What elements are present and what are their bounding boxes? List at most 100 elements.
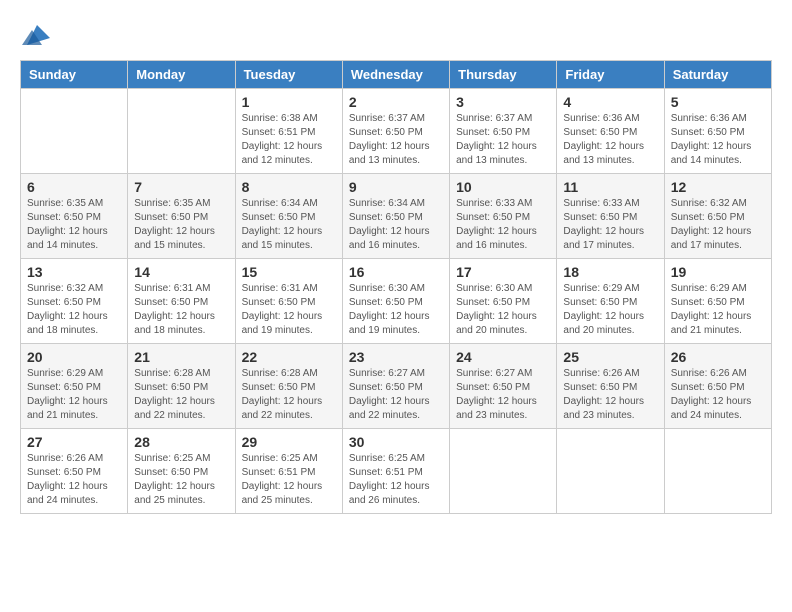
calendar-cell: 21 Sunrise: 6:28 AMSunset: 6:50 PMDayligh… (128, 344, 235, 429)
day-info: Sunrise: 6:25 AMSunset: 6:50 PMDaylight:… (134, 452, 228, 508)
day-number: 27 (27, 434, 121, 450)
day-number: 29 (242, 434, 336, 450)
day-info: Sunrise: 6:33 AMSunset: 6:50 PMDaylight:… (563, 197, 657, 253)
logo (20, 20, 52, 50)
day-number: 2 (349, 94, 443, 110)
day-number: 1 (242, 94, 336, 110)
day-number: 28 (134, 434, 228, 450)
calendar-cell: 9Sunrise: 6:34 AMSunset: 6:50 PMDaylight… (342, 174, 449, 259)
day-info: Sunrise: 6:31 AMSunset: 6:50 PMDaylight:… (242, 282, 336, 338)
day-number: 12 (671, 179, 765, 195)
calendar-body: 1 Sunrise: 6:38 AMSunset: 6:51 PMDaylight… (21, 89, 772, 514)
day-info: Sunrise: 6:30 AMSunset: 6:50 PMDaylight:… (456, 282, 550, 338)
calendar-cell: 1 Sunrise: 6:38 AMSunset: 6:51 PMDaylight… (235, 89, 342, 174)
header-day: Wednesday (342, 61, 449, 89)
header-day: Saturday (664, 61, 771, 89)
calendar-cell: 19 Sunrise: 6:29 AMSunset: 6:50 PMDayligh… (664, 259, 771, 344)
calendar-cell: 10Sunrise: 6:33 AMSunset: 6:50 PMDayligh… (450, 174, 557, 259)
calendar-cell: 26 Sunrise: 6:26 AMSunset: 6:50 PMDayligh… (664, 344, 771, 429)
calendar-cell (21, 89, 128, 174)
calendar-cell: 12 Sunrise: 6:32 AMSunset: 6:50 PMDayligh… (664, 174, 771, 259)
calendar-week-row: 6 Sunrise: 6:35 AMSunset: 6:50 PMDaylight… (21, 174, 772, 259)
calendar-cell (450, 429, 557, 514)
calendar-week-row: 27 Sunrise: 6:26 AMSunset: 6:50 PMDayligh… (21, 429, 772, 514)
calendar-cell (128, 89, 235, 174)
calendar-cell: 2 Sunrise: 6:37 AMSunset: 6:50 PMDaylight… (342, 89, 449, 174)
day-number: 30 (349, 434, 443, 450)
calendar-cell: 7 Sunrise: 6:35 AMSunset: 6:50 PMDaylight… (128, 174, 235, 259)
day-info: Sunrise: 6:37 AMSunset: 6:50 PMDaylight:… (349, 112, 443, 168)
day-number: 15 (242, 264, 336, 280)
day-info: Sunrise: 6:35 AMSunset: 6:50 PMDaylight:… (134, 197, 228, 253)
calendar-cell (557, 429, 664, 514)
calendar-cell: 29Sunrise: 6:25 AMSunset: 6:51 PMDayligh… (235, 429, 342, 514)
day-info: Sunrise: 6:28 AMSunset: 6:50 PMDaylight:… (242, 367, 336, 423)
day-number: 25 (563, 349, 657, 365)
day-info: Sunrise: 6:35 AMSunset: 6:50 PMDaylight:… (27, 197, 121, 253)
day-number: 26 (671, 349, 765, 365)
header-day: Monday (128, 61, 235, 89)
day-number: 8 (242, 179, 336, 195)
day-number: 6 (27, 179, 121, 195)
calendar-cell: 18Sunrise: 6:29 AMSunset: 6:50 PMDayligh… (557, 259, 664, 344)
day-number: 17 (456, 264, 550, 280)
day-number: 19 (671, 264, 765, 280)
calendar-week-row: 20 Sunrise: 6:29 AMSunset: 6:50 PMDayligh… (21, 344, 772, 429)
day-info: Sunrise: 6:27 AMSunset: 6:50 PMDaylight:… (456, 367, 550, 423)
page-header (20, 20, 772, 50)
day-number: 7 (134, 179, 228, 195)
calendar-cell: 13 Sunrise: 6:32 AMSunset: 6:50 PMDayligh… (21, 259, 128, 344)
header-row: SundayMondayTuesdayWednesdayThursdayFrid… (21, 61, 772, 89)
day-number: 3 (456, 94, 550, 110)
day-number: 14 (134, 264, 228, 280)
calendar-cell: 22 Sunrise: 6:28 AMSunset: 6:50 PMDayligh… (235, 344, 342, 429)
calendar-week-row: 13 Sunrise: 6:32 AMSunset: 6:50 PMDayligh… (21, 259, 772, 344)
header-day: Tuesday (235, 61, 342, 89)
day-info: Sunrise: 6:27 AMSunset: 6:50 PMDaylight:… (349, 367, 443, 423)
day-info: Sunrise: 6:32 AMSunset: 6:50 PMDaylight:… (27, 282, 121, 338)
day-info: Sunrise: 6:26 AMSunset: 6:50 PMDaylight:… (671, 367, 765, 423)
day-info: Sunrise: 6:36 AMSunset: 6:50 PMDaylight:… (563, 112, 657, 168)
day-info: Sunrise: 6:36 AMSunset: 6:50 PMDaylight:… (671, 112, 765, 168)
calendar-cell: 30 Sunrise: 6:25 AMSunset: 6:51 PMDayligh… (342, 429, 449, 514)
calendar-cell: 4 Sunrise: 6:36 AMSunset: 6:50 PMDaylight… (557, 89, 664, 174)
day-number: 10 (456, 179, 550, 195)
day-number: 20 (27, 349, 121, 365)
calendar-table: SundayMondayTuesdayWednesdayThursdayFrid… (20, 60, 772, 514)
day-info: Sunrise: 6:26 AMSunset: 6:50 PMDaylight:… (27, 452, 121, 508)
calendar-header: SundayMondayTuesdayWednesdayThursdayFrid… (21, 61, 772, 89)
day-number: 16 (349, 264, 443, 280)
day-number: 4 (563, 94, 657, 110)
day-number: 13 (27, 264, 121, 280)
calendar-cell: 16Sunrise: 6:30 AMSunset: 6:50 PMDayligh… (342, 259, 449, 344)
day-info: Sunrise: 6:38 AMSunset: 6:51 PMDaylight:… (242, 112, 336, 168)
calendar-cell: 17 Sunrise: 6:30 AMSunset: 6:50 PMDayligh… (450, 259, 557, 344)
day-number: 21 (134, 349, 228, 365)
day-info: Sunrise: 6:31 AMSunset: 6:50 PMDaylight:… (134, 282, 228, 338)
day-info: Sunrise: 6:28 AMSunset: 6:50 PMDaylight:… (134, 367, 228, 423)
calendar-cell: 14 Sunrise: 6:31 AMSunset: 6:50 PMDayligh… (128, 259, 235, 344)
calendar-cell: 23 Sunrise: 6:27 AMSunset: 6:50 PMDayligh… (342, 344, 449, 429)
header-day: Thursday (450, 61, 557, 89)
header-day: Friday (557, 61, 664, 89)
calendar-cell: 5Sunrise: 6:36 AMSunset: 6:50 PMDaylight… (664, 89, 771, 174)
day-number: 22 (242, 349, 336, 365)
header-day: Sunday (21, 61, 128, 89)
calendar-week-row: 1 Sunrise: 6:38 AMSunset: 6:51 PMDaylight… (21, 89, 772, 174)
calendar-cell: 11Sunrise: 6:33 AMSunset: 6:50 PMDayligh… (557, 174, 664, 259)
calendar-cell: 20 Sunrise: 6:29 AMSunset: 6:50 PMDayligh… (21, 344, 128, 429)
day-info: Sunrise: 6:29 AMSunset: 6:50 PMDaylight:… (563, 282, 657, 338)
calendar-cell: 3Sunrise: 6:37 AMSunset: 6:50 PMDaylight… (450, 89, 557, 174)
day-info: Sunrise: 6:25 AMSunset: 6:51 PMDaylight:… (349, 452, 443, 508)
day-number: 23 (349, 349, 443, 365)
day-info: Sunrise: 6:34 AMSunset: 6:50 PMDaylight:… (349, 197, 443, 253)
day-info: Sunrise: 6:29 AMSunset: 6:50 PMDaylight:… (671, 282, 765, 338)
calendar-cell: 15 Sunrise: 6:31 AMSunset: 6:50 PMDayligh… (235, 259, 342, 344)
calendar-cell: 28 Sunrise: 6:25 AMSunset: 6:50 PMDayligh… (128, 429, 235, 514)
day-info: Sunrise: 6:34 AMSunset: 6:50 PMDaylight:… (242, 197, 336, 253)
day-info: Sunrise: 6:32 AMSunset: 6:50 PMDaylight:… (671, 197, 765, 253)
calendar-cell: 6 Sunrise: 6:35 AMSunset: 6:50 PMDaylight… (21, 174, 128, 259)
day-info: Sunrise: 6:29 AMSunset: 6:50 PMDaylight:… (27, 367, 121, 423)
calendar-cell: 8 Sunrise: 6:34 AMSunset: 6:50 PMDaylight… (235, 174, 342, 259)
day-number: 24 (456, 349, 550, 365)
